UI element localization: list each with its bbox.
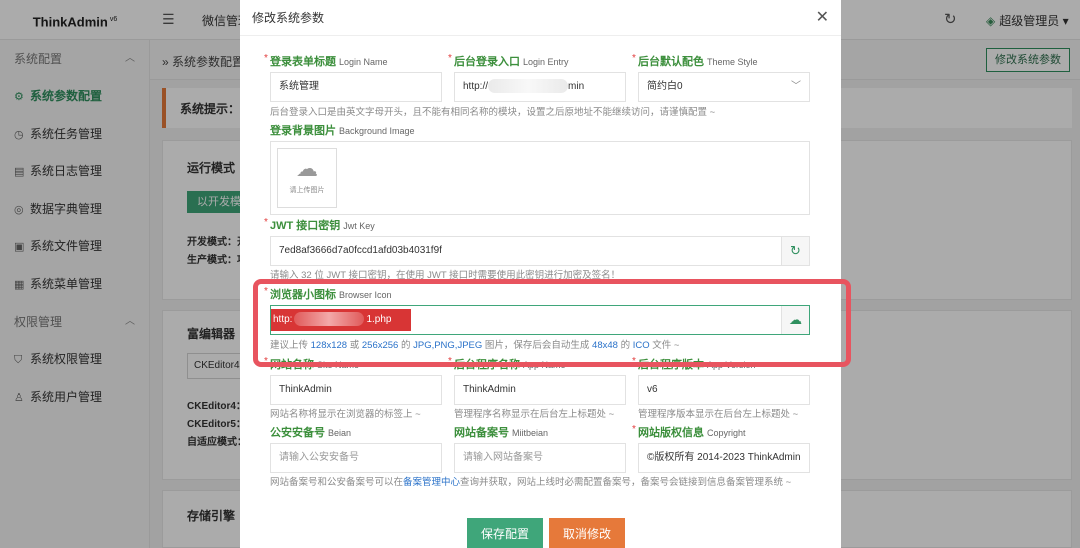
app-version-help: 管理程序版本显示在后台左上标题处 ~ <box>638 409 799 420</box>
bg-image-upload-area: ☁ 请上传图片 <box>270 141 810 215</box>
theme-style-select[interactable]: 简约白0 ﹀ <box>638 72 810 102</box>
upload-image-button[interactable]: ☁ 请上传图片 <box>277 148 337 208</box>
modal-footer: 保存配置 取消修改 <box>467 518 631 548</box>
chevron-down-icon: ﹀ <box>791 81 801 92</box>
edit-params-modal: 修改系统参数 ✕ * 登录表单标题 Login Name 系统管理 * 后台登录入口 L… <box>240 0 841 548</box>
login-name-input[interactable]: 系统管理 <box>270 72 442 102</box>
modal-header: 修改系统参数 ✕ <box>240 0 841 36</box>
copyright-field: * 网站版权信息 Copyright ©版权所有 2014-2023 ThinkAd… <box>632 424 810 473</box>
jwt-key-field: * JWT 接口密钥 Jwt Key 7ed8af3666d7a0fccd1afd0… <box>264 217 810 266</box>
theme-style-field: * 后台默认配色 Theme Style 简约白0 ﹀ <box>632 53 810 102</box>
refresh-key-icon[interactable]: ↻ <box>781 237 809 265</box>
app-name-help: 管理程序名称显示在后台左上标题处 ~ <box>454 409 615 420</box>
miitbeian-field: 网站备案号 Miitbeian 请输入网站备案号 <box>454 425 626 473</box>
app-name-input[interactable]: ThinkAdmin <box>454 375 626 405</box>
site-name-input[interactable]: ThinkAdmin <box>270 375 442 405</box>
redacted-text <box>488 79 569 94</box>
app-version-input[interactable]: v6 <box>638 375 810 405</box>
beian-help-text: 网站备案号和公安备案号可以在备案管理中心查询并获取，网站上线时必需配置备案号，备… <box>270 477 792 488</box>
beian-center-link[interactable]: 备案管理中心 <box>403 477 460 488</box>
login-name-field: * 登录表单标题 Login Name 系统管理 <box>264 53 442 102</box>
close-icon[interactable]: ✕ <box>816 0 829 36</box>
save-button[interactable]: 保存配置 <box>467 518 544 548</box>
site-name-help: 网站名称将显示在浏览器的标签上 ~ <box>270 409 421 420</box>
login-entry-input[interactable]: http://min <box>454 72 626 102</box>
entry-help-text: 后台登录入口是由英文字母开头，且不能有相同名称的模块，设置之后原地址不能继续访问… <box>270 107 716 118</box>
copyright-input[interactable]: ©版权所有 2014-2023 ThinkAdmin <box>638 443 810 473</box>
login-entry-field: * 后台登录入口 Login Entry http://min <box>448 53 626 102</box>
beian-input[interactable]: 请输入公安安备号 <box>270 443 442 473</box>
miitbeian-input[interactable]: 请输入网站备案号 <box>454 443 626 473</box>
jwt-key-input[interactable]: 7ed8af3666d7a0fccd1afd03b4031f9f ↻ <box>270 236 810 266</box>
bg-image-field: 登录背景图片 Background Image ☁ 请上传图片 <box>270 123 810 215</box>
cancel-button[interactable]: 取消修改 <box>549 518 626 548</box>
highlight-box <box>253 279 851 367</box>
beian-field: 公安安备号 Beian 请输入公安安备号 <box>270 425 442 473</box>
modal-title: 修改系统参数 <box>252 11 325 25</box>
cloud-upload-icon: ☁ <box>296 156 318 181</box>
